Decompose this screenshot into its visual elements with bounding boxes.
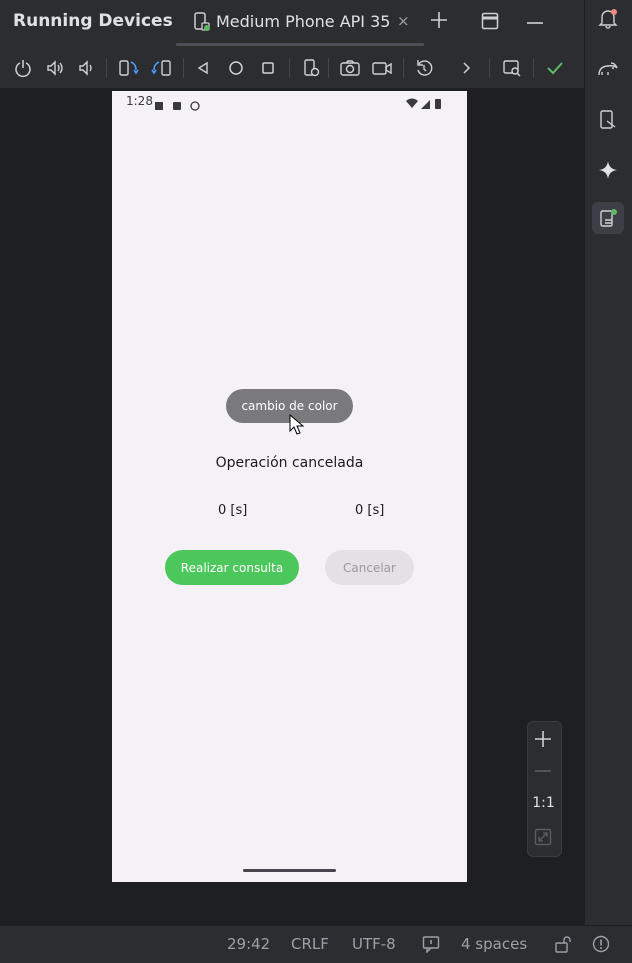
window-layout-icon[interactable]: [481, 12, 499, 30]
rotate-right-icon[interactable]: [149, 55, 175, 81]
mouse-cursor-icon: [289, 413, 305, 440]
device-icon: [193, 12, 211, 32]
volume-up-icon[interactable]: [42, 55, 68, 81]
line-ending[interactable]: CRLF: [291, 935, 329, 953]
device-settings-icon[interactable]: [298, 55, 324, 81]
check-icon[interactable]: [542, 55, 568, 81]
operation-status-text: Operación cancelada: [215, 455, 364, 471]
minimize-icon[interactable]: [523, 11, 547, 35]
toolbar-divider: [289, 58, 290, 78]
screenshot-icon[interactable]: [337, 55, 363, 81]
gemini-icon[interactable]: [592, 154, 624, 186]
signal-wifi-battery-icon: [405, 95, 443, 114]
close-tab-icon[interactable]: ×: [397, 12, 410, 30]
zoom-out-icon[interactable]: [531, 759, 555, 787]
back-icon[interactable]: [190, 55, 216, 81]
rotate-left-icon[interactable]: [115, 55, 141, 81]
elapsed-time-right: 0 [s]: [355, 503, 385, 518]
snapshot-icon[interactable]: [499, 55, 525, 81]
toolbar-divider: [183, 58, 184, 78]
unlock-icon[interactable]: [554, 935, 572, 957]
home-icon[interactable]: [223, 55, 249, 81]
toolbar-divider: [328, 58, 329, 78]
right-tool-strip: [584, 0, 632, 926]
notifications-icon[interactable]: [592, 2, 624, 34]
window-title: Running Devices: [13, 11, 173, 31]
add-tab-icon[interactable]: [427, 8, 451, 32]
zoom-actual-size[interactable]: 1:1: [527, 795, 560, 811]
gradle-icon[interactable]: [592, 54, 624, 86]
toolbar-divider: [533, 58, 534, 78]
elapsed-time-left: 0 [s]: [218, 503, 248, 518]
toolbar-divider: [489, 58, 490, 78]
file-encoding[interactable]: UTF-8: [352, 935, 396, 953]
phone-status-time: 1:28: [126, 94, 153, 108]
zoom-in-icon[interactable]: [531, 727, 555, 755]
running-devices-icon[interactable]: [592, 202, 624, 234]
indent-setting[interactable]: 4 spaces: [461, 935, 527, 953]
run-query-button[interactable]: Realizar consulta: [165, 550, 299, 585]
tab-label: Medium Phone API 35: [216, 12, 391, 31]
caret-position[interactable]: 29:42: [227, 935, 270, 953]
home-indicator[interactable]: [243, 869, 336, 872]
comment-icon[interactable]: [422, 935, 440, 957]
device-manager-icon[interactable]: [592, 104, 624, 136]
cancel-button[interactable]: Cancelar: [325, 550, 414, 585]
fit-screen-icon[interactable]: [534, 828, 552, 850]
problems-icon[interactable]: [592, 935, 610, 957]
more-icon[interactable]: [453, 55, 479, 81]
volume-down-icon[interactable]: [74, 55, 100, 81]
toolbar-divider: [106, 58, 107, 78]
power-icon[interactable]: [10, 55, 36, 81]
screen-record-icon[interactable]: [369, 55, 395, 81]
device-toolbar: [0, 48, 584, 89]
notification-icons: [155, 96, 205, 115]
toolbar-divider: [403, 58, 404, 78]
reset-icon[interactable]: [411, 55, 437, 81]
tab-active-indicator: [176, 43, 424, 46]
overview-icon[interactable]: [255, 55, 281, 81]
phone-screen[interactable]: [112, 91, 467, 882]
